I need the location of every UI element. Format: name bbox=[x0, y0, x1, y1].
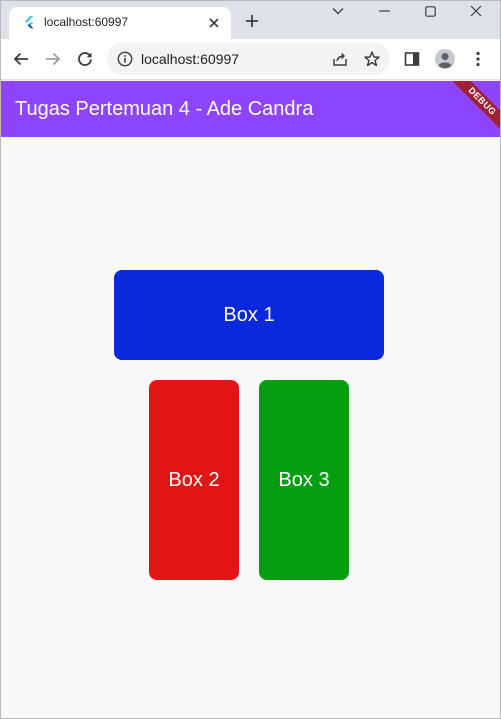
url-text: localhost:60997 bbox=[141, 51, 240, 67]
browser-tab[interactable]: localhost:60997 bbox=[9, 7, 231, 39]
box-1-label: Box 1 bbox=[223, 303, 275, 326]
back-arrow-icon[interactable] bbox=[9, 47, 33, 71]
tab-title: localhost:60997 bbox=[44, 15, 129, 29]
close-window-icon[interactable] bbox=[453, 1, 499, 21]
minimize-icon[interactable] bbox=[361, 1, 407, 21]
browser-window: localhost:60997 localhost:60997 Tugas Pe… bbox=[0, 0, 501, 719]
box-2: Box 2 bbox=[149, 380, 239, 580]
debug-banner: DEBUG bbox=[445, 81, 500, 137]
side-panel-icon[interactable] bbox=[400, 47, 424, 71]
more-options-icon[interactable] bbox=[466, 47, 490, 71]
app-bar: Tugas Pertemuan 4 - Ade Candra DEBUG bbox=[1, 81, 500, 137]
tab-search-chevron-icon[interactable] bbox=[315, 1, 361, 21]
forward-arrow-icon[interactable] bbox=[41, 47, 65, 71]
app-body: Box 1 Box 2 Box 3 bbox=[1, 137, 500, 718]
reload-icon[interactable] bbox=[73, 47, 97, 71]
flutter-logo-icon bbox=[21, 15, 37, 31]
profile-avatar-icon[interactable] bbox=[433, 47, 457, 71]
bookmark-star-icon[interactable] bbox=[363, 50, 381, 68]
address-bar[interactable]: localhost:60997 bbox=[107, 43, 390, 75]
box-3-label: Box 3 bbox=[278, 468, 330, 491]
site-info-icon[interactable] bbox=[117, 51, 133, 67]
app-title: Tugas Pertemuan 4 - Ade Candra bbox=[15, 98, 314, 120]
maximize-icon[interactable] bbox=[407, 1, 453, 21]
share-icon[interactable] bbox=[331, 50, 349, 68]
browser-toolbar: localhost:60997 bbox=[1, 39, 500, 80]
box-1: Box 1 bbox=[114, 270, 384, 360]
box-3: Box 3 bbox=[259, 380, 349, 580]
new-tab-icon[interactable] bbox=[242, 11, 262, 31]
box-2-label: Box 2 bbox=[168, 468, 220, 491]
tab-strip: localhost:60997 bbox=[1, 1, 500, 39]
close-tab-icon[interactable] bbox=[206, 15, 222, 31]
